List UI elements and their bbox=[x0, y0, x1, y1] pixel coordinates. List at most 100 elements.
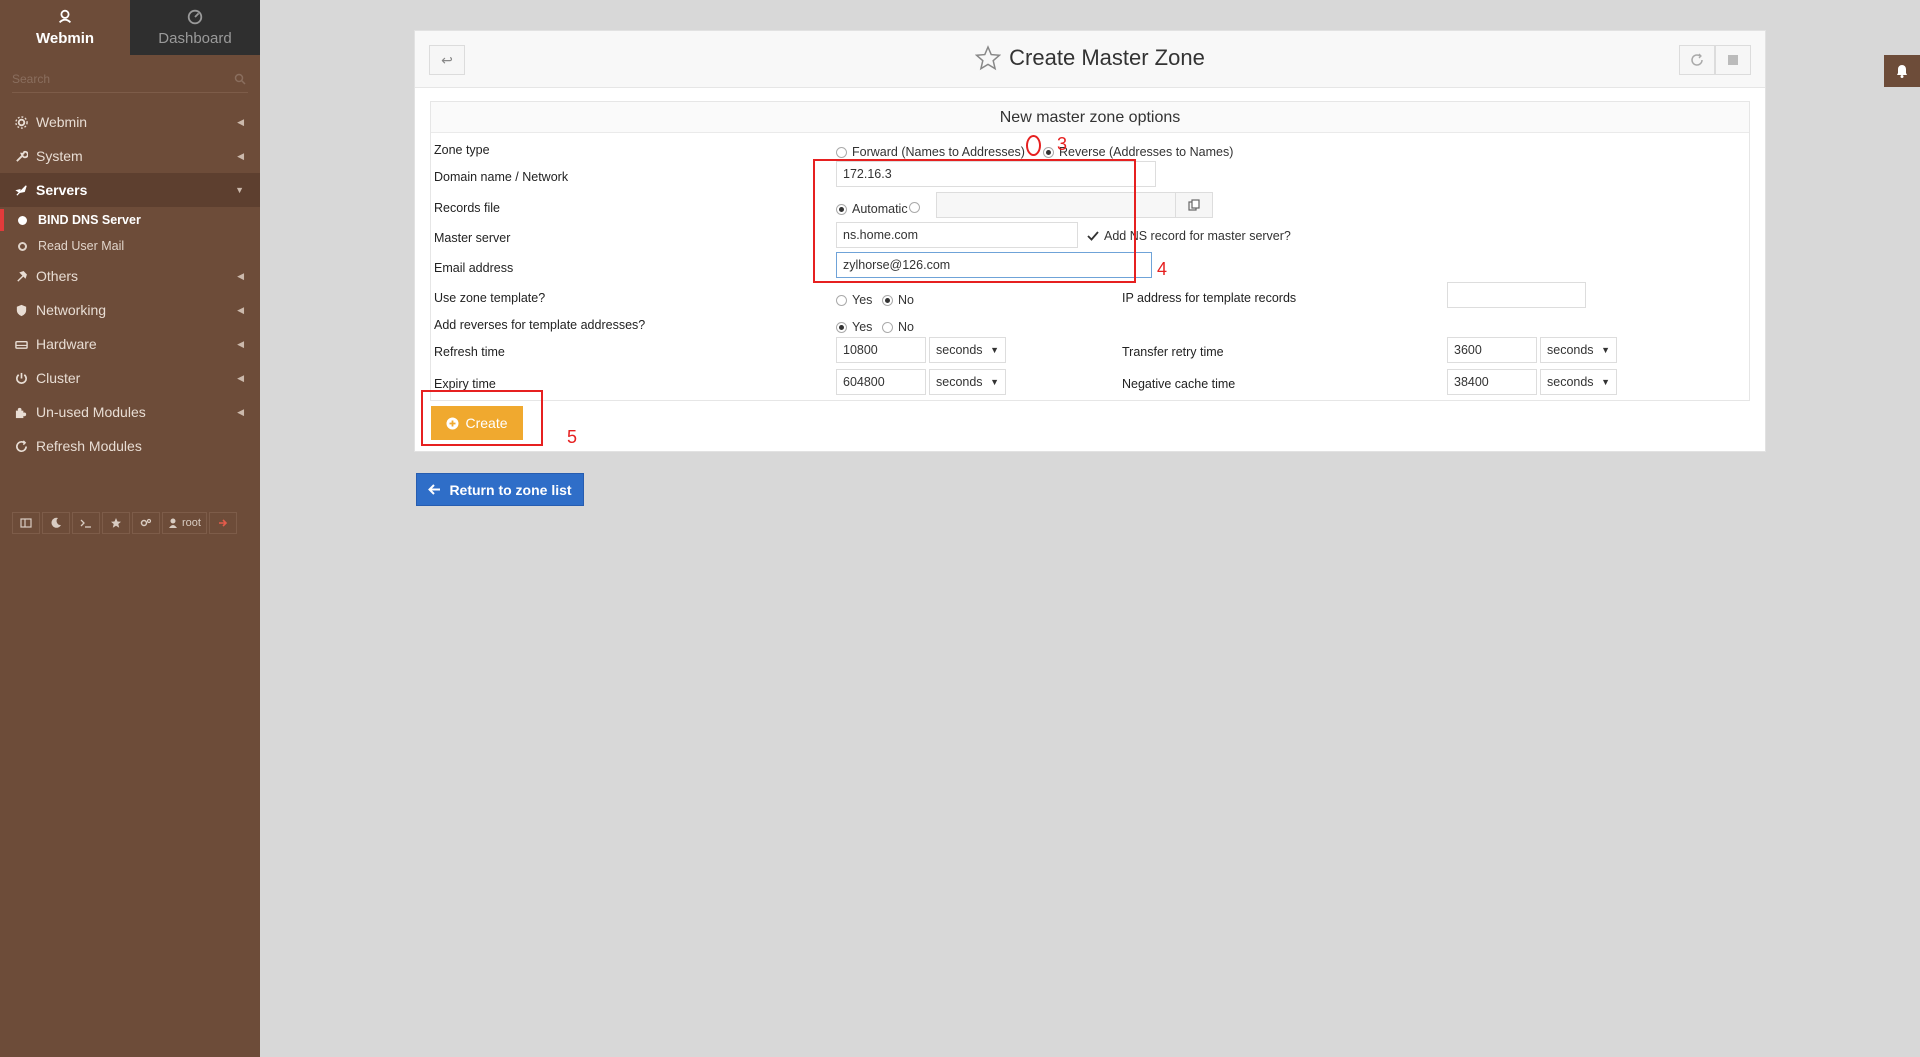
sidebar-item-unused-modules[interactable]: Un-used Modules ◀ bbox=[0, 395, 260, 429]
search-icon[interactable] bbox=[234, 73, 246, 85]
sidebar-subitem-label: BIND DNS Server bbox=[38, 213, 141, 227]
template-yes-radio[interactable]: Yes bbox=[836, 293, 872, 307]
form-section-title: New master zone options bbox=[431, 102, 1749, 133]
master-server-label: Master server bbox=[434, 231, 511, 245]
refresh-icon bbox=[14, 439, 28, 453]
sidebar-search bbox=[12, 71, 248, 93]
sidebar-item-networking[interactable]: Networking ◀ bbox=[0, 293, 260, 327]
negative-cache-label: Negative cache time bbox=[1122, 377, 1236, 391]
shield-icon bbox=[14, 303, 28, 317]
sidebar-item-label: Webmin bbox=[36, 114, 88, 130]
caret-left-icon: ◀ bbox=[237, 304, 244, 315]
puzzle-icon bbox=[14, 405, 28, 419]
domain-label: Domain name / Network bbox=[434, 170, 569, 184]
terminal-icon bbox=[80, 519, 91, 528]
transfer-unit-select[interactable]: seconds ▼ bbox=[1540, 337, 1617, 363]
expiry-unit-select[interactable]: seconds ▼ bbox=[929, 369, 1006, 395]
sidebar-subitem-bind-dns[interactable]: BIND DNS Server bbox=[0, 207, 260, 233]
negative-cache-input[interactable] bbox=[1447, 369, 1537, 395]
sidebar-item-cluster[interactable]: Cluster ◀ bbox=[0, 361, 260, 395]
sign-out-icon bbox=[218, 519, 228, 527]
zone-template-label: Use zone template? bbox=[434, 291, 546, 305]
caret-left-icon: ◀ bbox=[237, 406, 244, 417]
bullet-icon bbox=[18, 241, 27, 251]
return-to-zone-list-button[interactable]: Return to zone list bbox=[416, 473, 584, 506]
user-name: root bbox=[182, 517, 201, 529]
reverses-no-radio[interactable]: No bbox=[882, 320, 914, 334]
caret-left-icon: ◀ bbox=[237, 270, 244, 281]
sidebar-item-label: Hardware bbox=[36, 336, 97, 352]
dropdown-arrow-icon: ▼ bbox=[990, 377, 999, 387]
cogs-icon bbox=[140, 518, 152, 527]
sidebar-item-label: Others bbox=[36, 268, 79, 284]
radio-label: No bbox=[898, 320, 914, 334]
add-reverses-label: Add reverses for template addresses? bbox=[434, 318, 646, 332]
dashboard-icon bbox=[187, 9, 203, 25]
toggle-sidebar-button[interactable] bbox=[12, 512, 40, 534]
caret-left-icon: ◀ bbox=[237, 150, 244, 161]
radio-circle bbox=[836, 321, 847, 333]
user-icon bbox=[169, 518, 177, 528]
moon-icon bbox=[51, 517, 61, 528]
radio-circle bbox=[836, 146, 847, 158]
expiry-time-input[interactable] bbox=[836, 369, 926, 395]
template-no-radio[interactable]: No bbox=[882, 293, 914, 307]
tab-dashboard-label: Dashboard bbox=[158, 30, 232, 47]
caret-left-icon: ◀ bbox=[237, 116, 244, 127]
refresh-unit-select[interactable]: seconds ▼ bbox=[929, 337, 1006, 363]
radio-label: No bbox=[898, 293, 914, 307]
refresh-time-input[interactable] bbox=[836, 337, 926, 363]
header-actions bbox=[1679, 45, 1751, 75]
zone-type-forward-radio[interactable]: Forward (Names to Addresses) bbox=[836, 145, 1025, 159]
bell-icon bbox=[1897, 65, 1907, 78]
user-button[interactable]: root bbox=[162, 512, 207, 534]
theme-config-button[interactable] bbox=[132, 512, 160, 534]
radio-label: Reverse (Addresses to Names) bbox=[1059, 145, 1234, 159]
star-icon bbox=[111, 518, 121, 528]
tab-webmin[interactable]: Webmin bbox=[0, 0, 130, 55]
sidebar-menu: Webmin ◀ System ◀ Servers ▼ BIND DNS Ser… bbox=[0, 105, 260, 463]
sidebar-item-hardware[interactable]: Hardware ◀ bbox=[0, 327, 260, 361]
sidebar-subitem-read-user-mail[interactable]: Read User Mail bbox=[0, 233, 260, 259]
zone-type-reverse-radio[interactable]: Reverse (Addresses to Names) bbox=[1043, 145, 1233, 159]
radio-label: Forward (Names to Addresses) bbox=[852, 145, 1025, 159]
transfer-retry-input[interactable] bbox=[1447, 337, 1537, 363]
sidebar-subitem-label: Read User Mail bbox=[38, 239, 125, 253]
sidebar-bottom-toolbar: root bbox=[12, 512, 239, 534]
annotation-number-4: 4 bbox=[1157, 259, 1168, 279]
columns-icon bbox=[20, 518, 32, 528]
page-title-text: Create Master Zone bbox=[1009, 45, 1205, 70]
sidebar-item-refresh-modules[interactable]: Refresh Modules bbox=[0, 429, 260, 463]
transfer-retry-label: Transfer retry time bbox=[1122, 345, 1224, 359]
sidebar-item-servers[interactable]: Servers ▼ bbox=[0, 173, 260, 207]
favorites-button[interactable] bbox=[102, 512, 130, 534]
night-mode-button[interactable] bbox=[42, 512, 70, 534]
stop-button[interactable] bbox=[1715, 45, 1751, 75]
refresh-button[interactable] bbox=[1679, 45, 1715, 75]
logout-button[interactable] bbox=[208, 512, 237, 534]
negative-unit-select[interactable]: seconds ▼ bbox=[1540, 369, 1617, 395]
page-title: Create Master Zone bbox=[415, 45, 1765, 71]
sidebar-item-label: Networking bbox=[36, 302, 107, 318]
tab-dashboard[interactable]: Dashboard bbox=[130, 0, 260, 55]
file-chooser-button[interactable] bbox=[1175, 192, 1213, 218]
ip-template-label: IP address for template records bbox=[1122, 291, 1297, 305]
sidebar-item-label: Servers bbox=[36, 182, 88, 198]
panel-header: ↩ Create Master Zone bbox=[415, 31, 1765, 88]
sidebar-item-others[interactable]: Others ◀ bbox=[0, 259, 260, 293]
star-outline-icon[interactable] bbox=[975, 45, 1002, 71]
hdd-icon bbox=[14, 337, 28, 351]
terminal-button[interactable] bbox=[72, 512, 100, 534]
records-file-label: Records file bbox=[434, 201, 500, 215]
ip-template-input[interactable] bbox=[1447, 282, 1586, 308]
sidebar-item-webmin[interactable]: Webmin ◀ bbox=[0, 105, 260, 139]
annotation-circle-3 bbox=[1026, 135, 1041, 156]
search-input[interactable] bbox=[12, 72, 248, 86]
notifications-button[interactable] bbox=[1884, 55, 1920, 87]
sidebar-item-system[interactable]: System ◀ bbox=[0, 139, 260, 173]
refresh-time-label: Refresh time bbox=[434, 345, 505, 359]
wrench-icon bbox=[14, 149, 28, 163]
select-value: seconds bbox=[936, 375, 983, 389]
rocket-icon bbox=[14, 183, 28, 197]
reverses-yes-radio[interactable]: Yes bbox=[836, 320, 872, 334]
